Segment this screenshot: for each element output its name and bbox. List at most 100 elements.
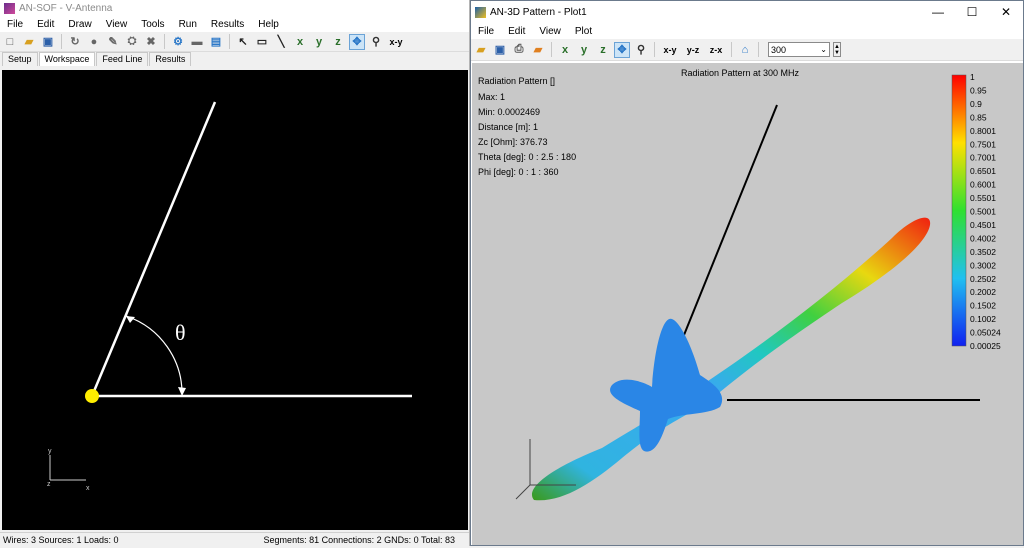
menu-file[interactable]: File <box>0 19 30 30</box>
menu-file[interactable]: File <box>471 26 501 37</box>
colorbar-label: 0.1002 <box>970 314 996 324</box>
colorbar-label: 0.2002 <box>970 287 996 297</box>
app-icon <box>4 2 15 14</box>
colorbar-label: 1 <box>970 72 975 82</box>
colorbar-label: 0.1502 <box>970 301 996 311</box>
pointer-icon[interactable]: ↖ <box>235 34 251 50</box>
new-file-icon[interactable]: □ <box>2 34 18 50</box>
main-lobe <box>531 217 931 501</box>
pencil-icon[interactable]: ✎ <box>105 34 121 50</box>
home-icon[interactable]: ⌂ <box>737 42 753 58</box>
side-lobes <box>610 318 723 452</box>
colorbar-label: 0.9 <box>970 99 982 109</box>
window-controls: — ☐ ✕ <box>921 5 1023 19</box>
window-title: AN-3D Pattern - Plot1 <box>490 6 587 18</box>
view-xy-button[interactable]: x-y <box>660 42 680 58</box>
rotate-y-icon[interactable]: y <box>576 42 592 58</box>
info-quantity: Radiation Pattern [] <box>478 76 555 86</box>
colorbar-labels: 1 0.95 0.9 0.85 0.8001 0.7501 0.7001 0.6501 0.60… <box>970 72 1001 351</box>
pan-icon[interactable]: ✥ <box>349 33 365 50</box>
menu-view[interactable]: View <box>532 26 568 37</box>
frequency-select[interactable]: 300 ⌄ <box>768 42 830 57</box>
info-theta: Theta [deg]: 0 : 2.5 : 180 <box>478 152 576 162</box>
colorbar-label: 0.85 <box>970 112 987 122</box>
minimize-icon[interactable]: — <box>921 5 955 19</box>
tab-results[interactable]: Results <box>149 52 192 66</box>
gear-icon[interactable]: ⚙ <box>170 34 186 50</box>
maximize-icon[interactable]: ☐ <box>955 5 989 19</box>
delete-icon[interactable]: ✖ <box>143 34 159 50</box>
antenna-drawing: θ y z x <box>47 101 412 492</box>
colorbar-label: 0.3002 <box>970 260 996 270</box>
save-icon[interactable]: ▣ <box>492 42 508 58</box>
an-3d-pattern-window: AN-3D Pattern - Plot1 — ☐ ✕ File Edit Vi… <box>470 0 1024 546</box>
tab-workspace[interactable]: Workspace <box>38 52 96 66</box>
print-icon[interactable]: ⎙ <box>511 42 527 58</box>
title-bar: AN-3D Pattern - Plot1 — ☐ ✕ <box>471 1 1023 23</box>
menu-view[interactable]: View <box>99 19 135 30</box>
axis-x-label: x <box>86 485 90 492</box>
colorbar-label: 0.2502 <box>970 274 996 284</box>
close-icon[interactable]: ✕ <box>989 5 1023 19</box>
tab-setup[interactable]: Setup <box>2 52 38 66</box>
menu-run[interactable]: Run <box>172 19 204 30</box>
menu-edit[interactable]: Edit <box>30 19 61 30</box>
view-xy-button[interactable]: x-y <box>387 34 405 50</box>
tab-strip: Setup Workspace Feed Line Results <box>0 52 469 66</box>
wire-upper[interactable] <box>90 101 217 397</box>
open-folder-icon[interactable]: ▰ <box>473 42 489 58</box>
comment-icon[interactable]: ▬ <box>189 34 205 50</box>
frequency-spinner[interactable]: ▲ ▼ <box>833 42 841 57</box>
toolbar-separator <box>654 42 655 57</box>
circle-icon[interactable]: ● <box>86 34 102 50</box>
open-folder-icon[interactable]: ▰ <box>21 34 37 50</box>
report-icon[interactable]: ▤ <box>208 34 224 50</box>
colorbar-label: 0.4501 <box>970 220 996 230</box>
zoom-icon[interactable]: ⚲ <box>368 34 384 50</box>
rotate-z-icon[interactable]: z <box>595 42 611 58</box>
info-min: Min: 0.0002469 <box>478 107 540 117</box>
menu-bar: File Edit Draw View Tools Run Results He… <box>0 16 469 32</box>
frequency-value: 300 <box>771 44 787 55</box>
pattern-info: Radiation Pattern [] Max: 1 Min: 0.00024… <box>478 76 576 177</box>
stamp-icon[interactable]: ⛭ <box>124 34 140 50</box>
rotate-y-icon[interactable]: y <box>311 34 327 50</box>
source-marker[interactable] <box>85 389 99 403</box>
wire-upper <box>683 104 778 336</box>
line-icon[interactable]: ╲ <box>273 34 289 50</box>
zoom-icon[interactable]: ⚲ <box>633 42 649 58</box>
info-distance: Distance [m]: 1 <box>478 122 538 132</box>
colorbar-label: 0.8001 <box>970 126 996 136</box>
menu-tools[interactable]: Tools <box>134 19 171 30</box>
rotate-x-icon[interactable]: x <box>292 34 308 50</box>
colorbar-label: 0.00025 <box>970 341 1001 351</box>
angle-arc <box>125 315 183 397</box>
rotate-z-icon[interactable]: z <box>330 34 346 50</box>
toolbar-separator <box>551 42 552 57</box>
tab-feed-line[interactable]: Feed Line <box>96 52 149 66</box>
select-rect-icon[interactable]: ▭ <box>254 34 270 50</box>
refresh-icon[interactable]: ↻ <box>67 34 83 50</box>
info-zc: Zc [Ohm]: 376.73 <box>478 137 548 147</box>
workspace-canvas[interactable]: θ y z x <box>2 70 468 530</box>
menu-edit[interactable]: Edit <box>501 26 532 37</box>
arc-arrowhead <box>178 387 186 396</box>
view-yz-button[interactable]: y-z <box>683 42 703 58</box>
menu-bar: File Edit View Plot <box>471 23 1023 39</box>
colorbar-label: 0.7501 <box>970 139 996 149</box>
menu-results[interactable]: Results <box>204 19 251 30</box>
rotate-x-icon[interactable]: x <box>557 42 573 58</box>
menu-plot[interactable]: Plot <box>568 26 599 37</box>
menu-draw[interactable]: Draw <box>61 19 98 30</box>
pan-icon[interactable]: ✥ <box>614 41 630 58</box>
pattern-plot-area[interactable]: Radiation Pattern at 300 MHz Radiation P… <box>472 63 1023 545</box>
save-icon[interactable]: ▣ <box>40 34 56 50</box>
colorbar-label: 0.5001 <box>970 207 996 217</box>
clipboard-icon[interactable]: ▰ <box>530 42 546 58</box>
pattern-3d-view: Radiation Pattern at 300 MHz Radiation P… <box>478 68 1001 501</box>
status-left: Wires: 3 Sources: 1 Loads: 0 <box>3 534 119 545</box>
menu-help[interactable]: Help <box>251 19 286 30</box>
view-zx-button[interactable]: z-x <box>706 42 726 58</box>
chevron-down-icon: ⌄ <box>820 45 827 54</box>
colorbar-label: 0.4002 <box>970 233 996 243</box>
